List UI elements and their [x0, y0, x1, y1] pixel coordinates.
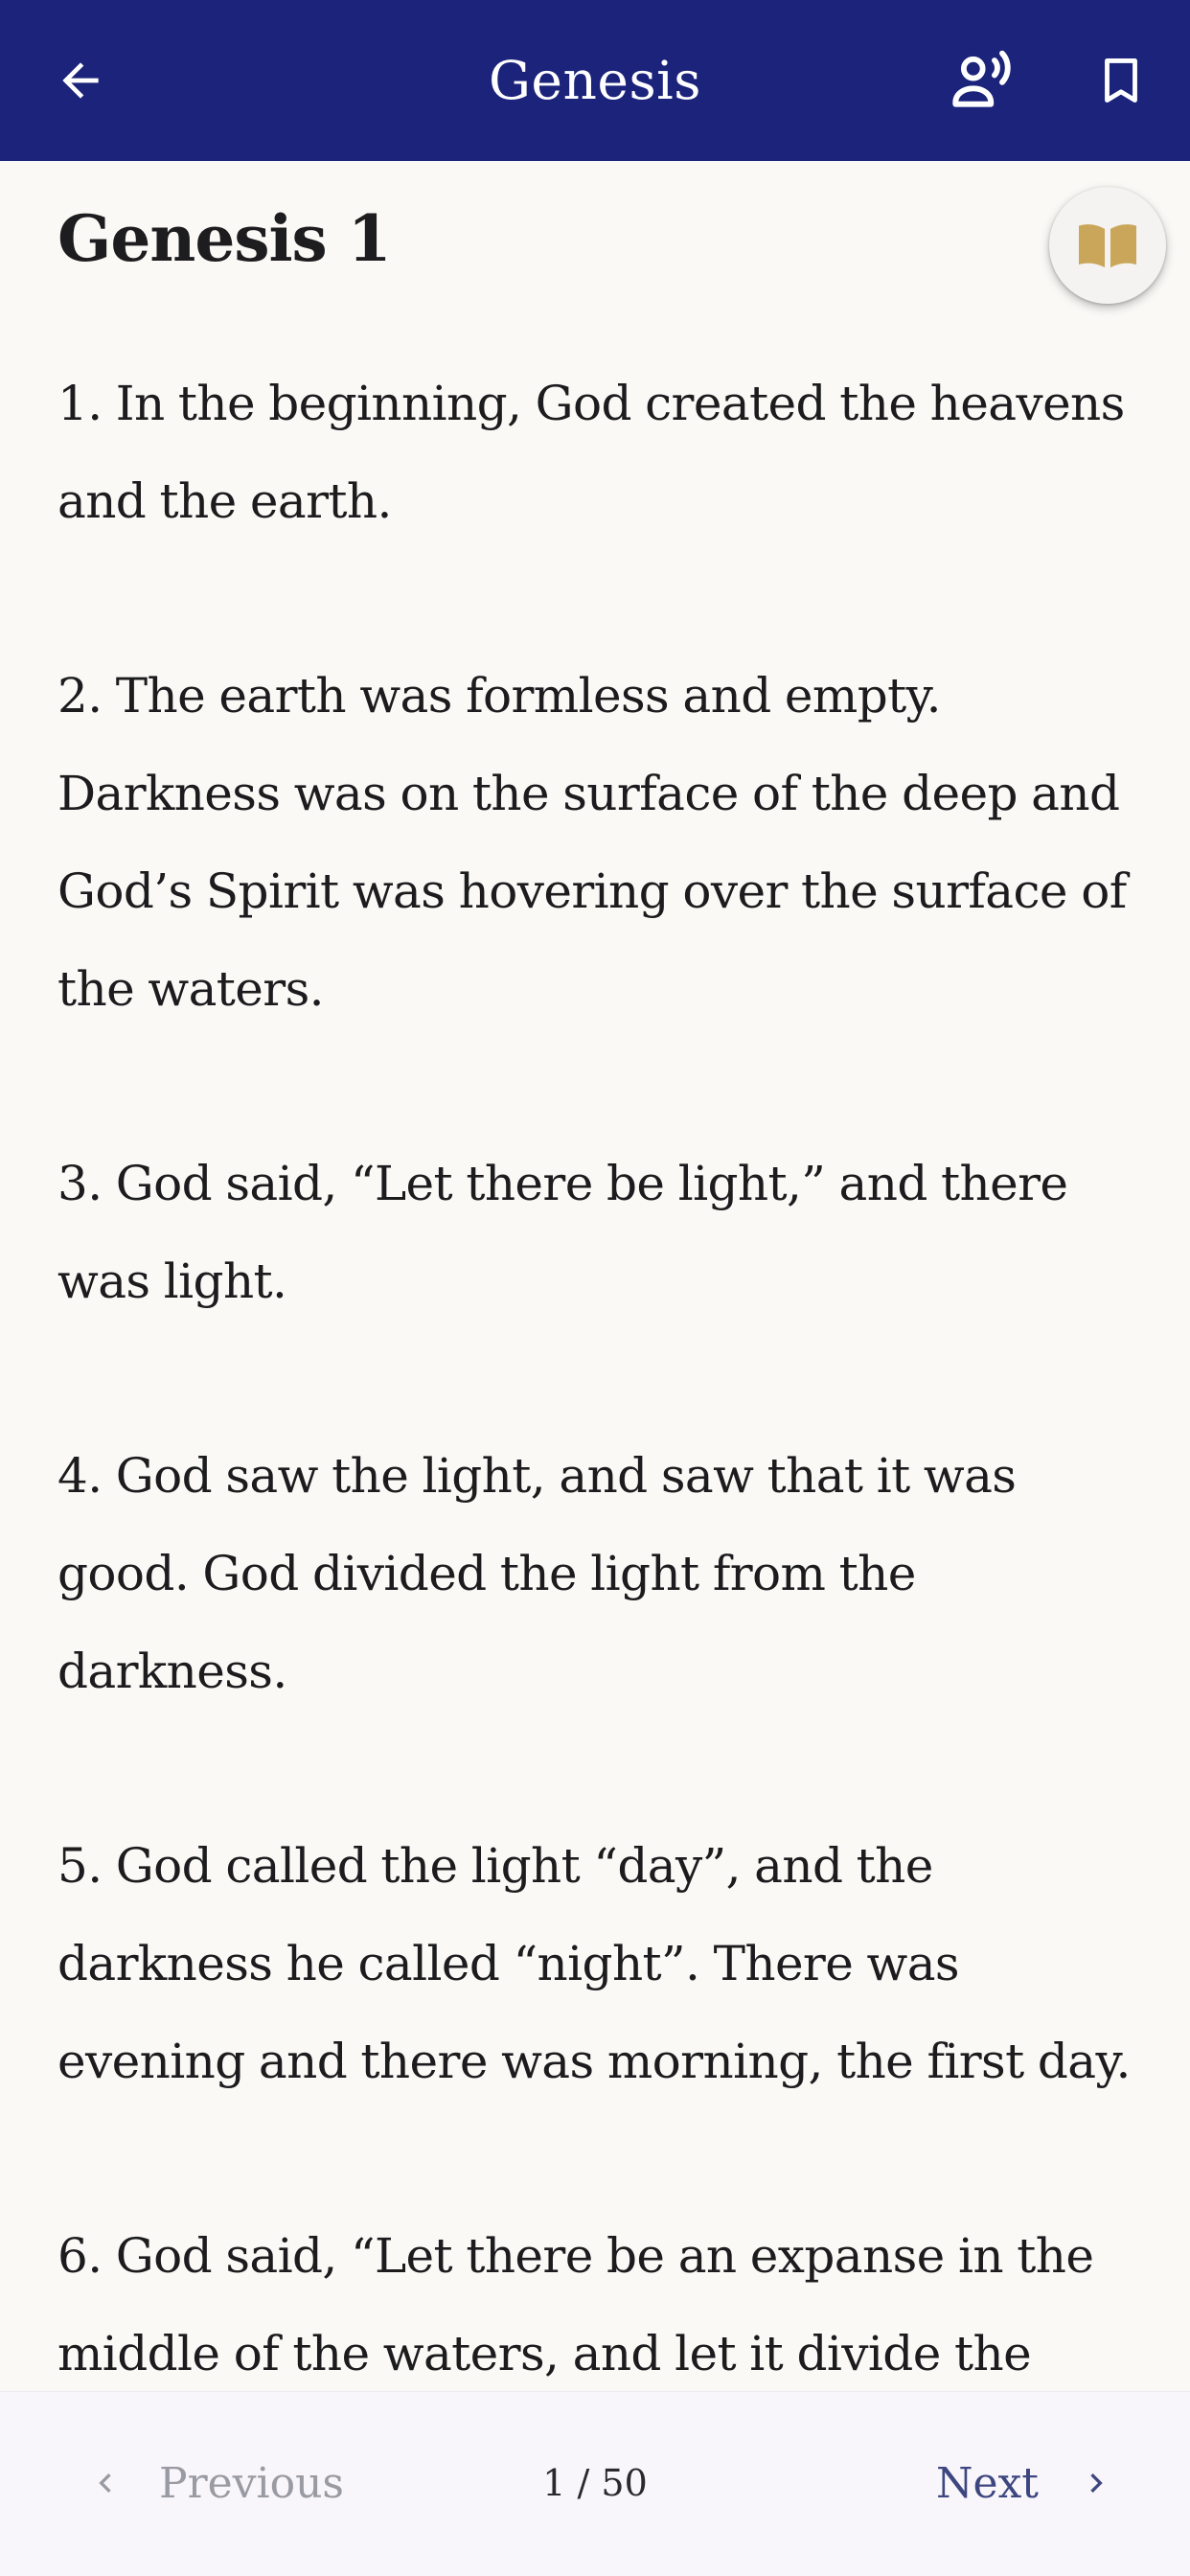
open-book-icon — [1079, 224, 1136, 268]
next-chapter-button[interactable]: Next — [936, 2440, 1115, 2526]
verse-5[interactable]: 5. God called the light “day”, and the d… — [57, 1817, 1140, 2110]
bookmark-button[interactable] — [1081, 40, 1161, 121]
previous-chapter-button[interactable]: Previous — [86, 2440, 344, 2526]
verse-2[interactable]: 2. The earth was formless and empty. Dar… — [57, 647, 1140, 1038]
pagination-bar: Previous 1 / 50 Next — [0, 2391, 1190, 2576]
record-voice-icon — [952, 50, 1011, 107]
back-button[interactable] — [40, 40, 121, 121]
verse-1[interactable]: 1. In the beginning, God created the hea… — [57, 355, 1140, 550]
previous-label: Previous — [159, 2458, 345, 2508]
app-bar: Genesis — [0, 0, 1190, 161]
reading-mode-button[interactable] — [1049, 187, 1166, 304]
verse-4[interactable]: 4. God saw the light, and saw that it wa… — [57, 1427, 1140, 1720]
verse-list: 1. In the beginning, God created the hea… — [57, 355, 1140, 2391]
listen-audio-button[interactable] — [939, 40, 1025, 121]
verse-6[interactable]: 6. God said, “Let there be an expanse in… — [57, 2207, 1140, 2391]
bookmark-icon — [1105, 58, 1137, 103]
next-label: Next — [935, 2458, 1039, 2508]
verse-3[interactable]: 3. God said, “Let there be light,” and t… — [57, 1135, 1140, 1330]
chevron-left-icon — [86, 2464, 125, 2502]
chevron-right-icon — [1077, 2464, 1115, 2502]
chapter-title: Genesis 1 — [57, 201, 392, 276]
arrow-back-icon — [62, 62, 99, 99]
